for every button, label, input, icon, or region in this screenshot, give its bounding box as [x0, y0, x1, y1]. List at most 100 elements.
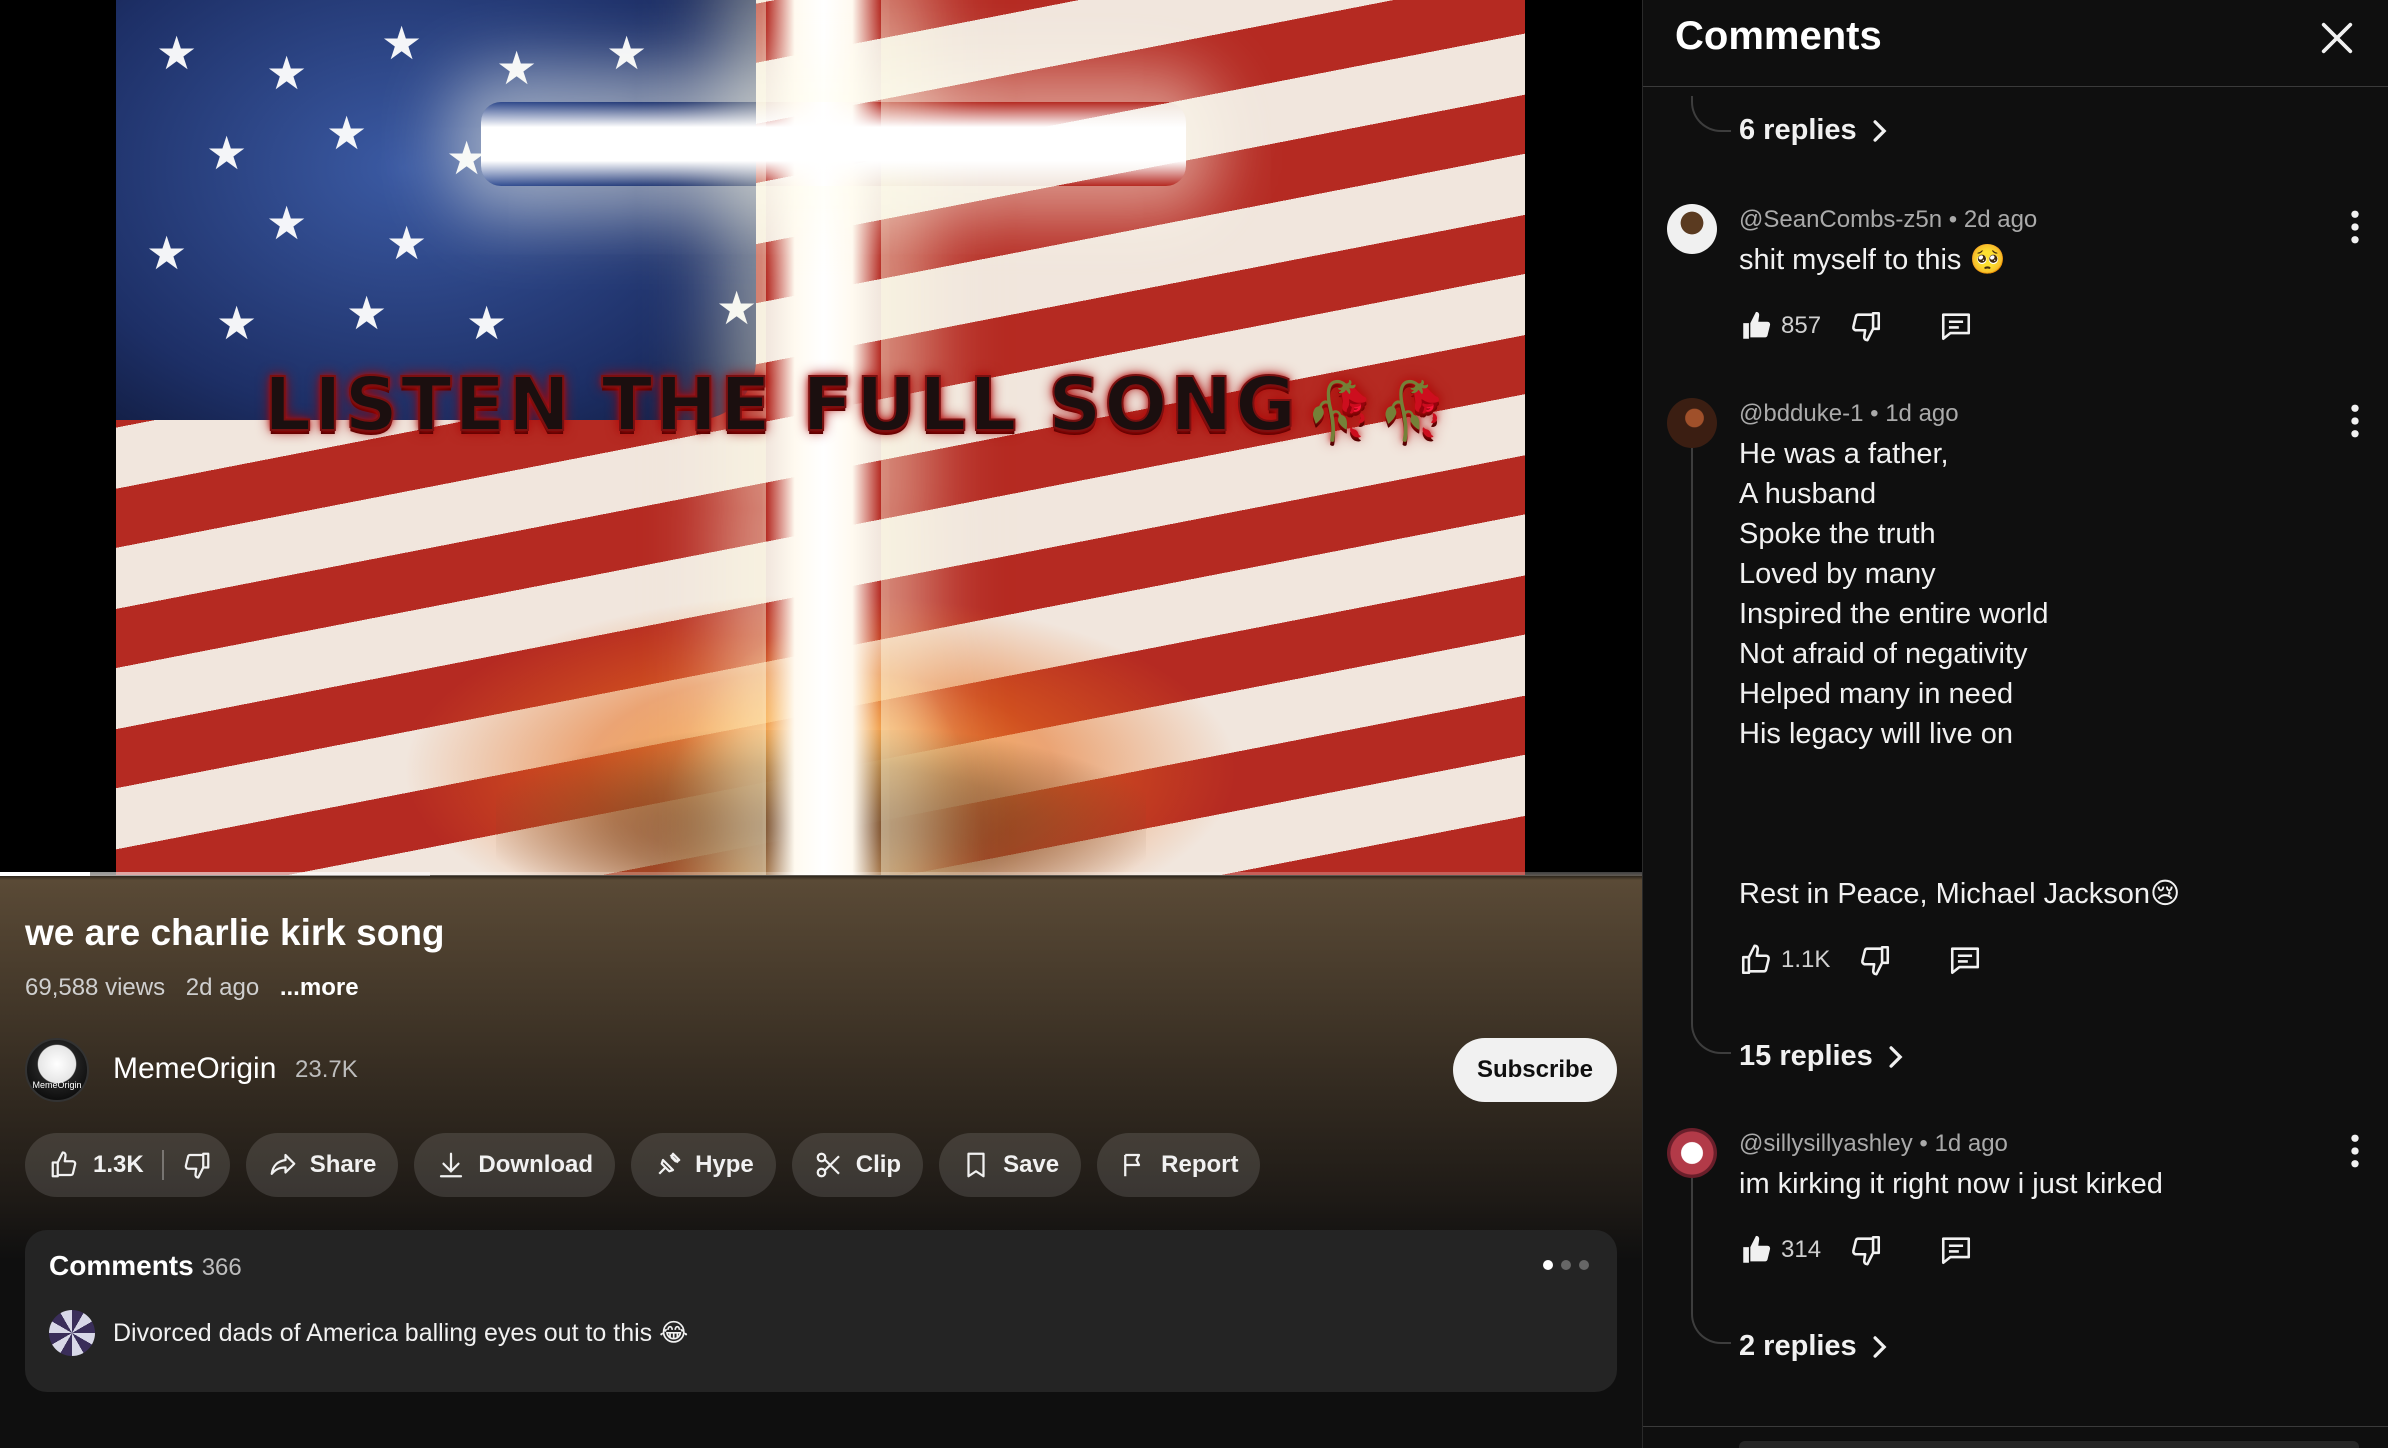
video-title: we are charlie kirk song: [25, 912, 445, 953]
reply-icon[interactable]: [1939, 1233, 1973, 1267]
star-icon: ★: [496, 42, 538, 94]
more-options-icon[interactable]: [2349, 1134, 2361, 1168]
close-icon[interactable]: [2317, 18, 2357, 58]
download-icon: [440, 1152, 463, 1178]
subscribe-button[interactable]: Subscribe: [1452, 1038, 1617, 1102]
thread-line: [1691, 1178, 1693, 1310]
avatar[interactable]: [1667, 204, 1717, 254]
comments-preview-card[interactable]: Comments 366 Divorced dads of America bal…: [25, 1230, 1617, 1392]
more-options-icon[interactable]: [2349, 210, 2361, 244]
upload-age: 2d ago: [185, 974, 260, 1001]
avatar[interactable]: [1667, 398, 1717, 448]
star-icon: ★: [386, 217, 428, 269]
bookmark-icon: [967, 1152, 985, 1178]
like-count: 314: [1781, 1236, 1822, 1263]
like-count: 857: [1781, 312, 1822, 339]
comments-count: 366: [201, 1254, 242, 1281]
avatar: [49, 1310, 95, 1356]
comment-author[interactable]: @sillysillyashley • 1d ago: [1739, 1130, 2008, 1158]
clip-button[interactable]: Clip: [791, 1133, 924, 1197]
star-icon: ★: [381, 17, 423, 69]
thumbs-down-icon[interactable]: [1849, 309, 1883, 343]
comment-author[interactable]: @SeanCombs-z5n • 2d ago: [1739, 206, 2037, 234]
video-player[interactable]: ★ ★ ★ ★ ★ ★ ★ ★ ★ ★ ★ ★ ★ ★ ★ LISTEN THE…: [116, 0, 1525, 875]
like-count: 1.1K: [1781, 946, 1831, 973]
replies-link[interactable]: 2 replies: [1739, 1330, 1889, 1363]
avatar-label: MemeOrigin: [32, 1080, 82, 1090]
star-icon: ★: [266, 47, 308, 99]
thumbs-up-icon[interactable]: [1739, 943, 1773, 977]
progress-bar[interactable]: [0, 872, 1642, 876]
chevron-right-icon: [1873, 1335, 1887, 1358]
replies-link[interactable]: 6 replies: [1739, 114, 1889, 147]
cross-horizontal: [481, 102, 1186, 186]
star-icon: ★: [206, 127, 248, 179]
like-button[interactable]: 1.3K: [49, 1150, 144, 1180]
channel-name[interactable]: MemeOrigin: [113, 1052, 276, 1086]
channel-avatar[interactable]: MemeOrigin: [25, 1038, 89, 1102]
thumbs-down-icon[interactable]: [182, 1150, 212, 1180]
download-label: Download: [478, 1151, 594, 1178]
star-icon: ★: [146, 227, 188, 279]
hype-label: Hype: [695, 1151, 754, 1178]
chevron-right-icon: [1889, 1045, 1903, 1068]
more-options-icon[interactable]: [2349, 404, 2361, 438]
thumbs-down-icon[interactable]: [1858, 943, 1892, 977]
comment-text: He was a father, A husband Spoke the tru…: [1739, 438, 2181, 910]
hype-icon: [658, 1152, 681, 1175]
hype-button[interactable]: Hype: [631, 1133, 776, 1197]
share-icon: [270, 1153, 296, 1175]
panel-title: Comments: [1675, 14, 1882, 58]
rose-decoration: 🥀🥀: [1305, 379, 1451, 444]
star-icon: ★: [466, 297, 508, 349]
more-link[interactable]: ...more: [280, 974, 359, 1001]
star-icon: ★: [606, 27, 648, 79]
thumbs-up-filled-icon[interactable]: [1739, 1233, 1773, 1267]
video-column: ★ ★ ★ ★ ★ ★ ★ ★ ★ ★ ★ ★ ★ ★ ★ LISTEN THE…: [0, 0, 1642, 1448]
thread-line: [1691, 448, 1693, 1020]
report-button[interactable]: Report: [1097, 1133, 1261, 1197]
flag-canton: [116, 0, 756, 420]
comment-actions: 314: [1739, 1230, 1973, 1270]
like-count: 1.3K: [93, 1151, 144, 1178]
flag-icon: [1124, 1153, 1141, 1177]
save-button[interactable]: Save: [939, 1133, 1082, 1197]
replies-label: 2 replies: [1739, 1330, 1857, 1362]
video-meta: 69,588 views 2d ago ...more: [25, 974, 373, 1002]
thumbs-down-icon[interactable]: [1849, 1233, 1883, 1267]
star-icon: ★: [216, 297, 258, 349]
share-button[interactable]: Share: [245, 1133, 399, 1197]
divider: [161, 1150, 164, 1180]
replies-link[interactable]: 15 replies: [1739, 1040, 1905, 1073]
avatar[interactable]: [1667, 1128, 1717, 1178]
report-label: Report: [1161, 1151, 1239, 1178]
star-icon: ★: [716, 282, 758, 334]
thread-connector: [1691, 1018, 1731, 1054]
download-button[interactable]: Download: [414, 1133, 616, 1197]
thumbs-up-filled-icon[interactable]: [1739, 309, 1773, 343]
clip-label: Clip: [855, 1151, 902, 1178]
comments-panel: Comments 6 replies @SeanCombs-z5n • 2d a…: [1642, 0, 2388, 1448]
comment-input-bar: [1643, 1426, 2388, 1448]
comment-author[interactable]: @bdduke-1 • 1d ago: [1739, 400, 1959, 428]
reply-icon[interactable]: [1948, 943, 1982, 977]
star-icon: ★: [326, 107, 368, 159]
thread-connector: [1691, 96, 1731, 132]
comment-actions: 1.1K: [1739, 940, 1982, 980]
star-icon: ★: [156, 27, 198, 79]
thread-connector: [1691, 1308, 1731, 1344]
view-count: 69,588 views: [25, 974, 166, 1001]
thumbs-up-icon: [51, 1151, 77, 1178]
reply-icon[interactable]: [1939, 309, 1973, 343]
star-icon: ★: [266, 197, 308, 249]
progress-played: [0, 872, 91, 876]
video-overlay-text: LISTEN THE FULL SONG 🥀🥀: [263, 361, 1504, 449]
like-dislike-group: 1.3K: [25, 1133, 230, 1197]
comment-text: shit myself to this 🥺: [1739, 244, 2006, 276]
action-bar: 1.3K Share Download Hype Clip Save Repor…: [25, 1133, 1261, 1197]
top-comment-text: Divorced dads of America balling eyes ou…: [113, 1319, 689, 1347]
replies-label: 15 replies: [1739, 1040, 1873, 1072]
save-label: Save: [1003, 1151, 1060, 1178]
comment-input[interactable]: [1739, 1441, 2359, 1448]
star-icon: ★: [346, 287, 388, 339]
